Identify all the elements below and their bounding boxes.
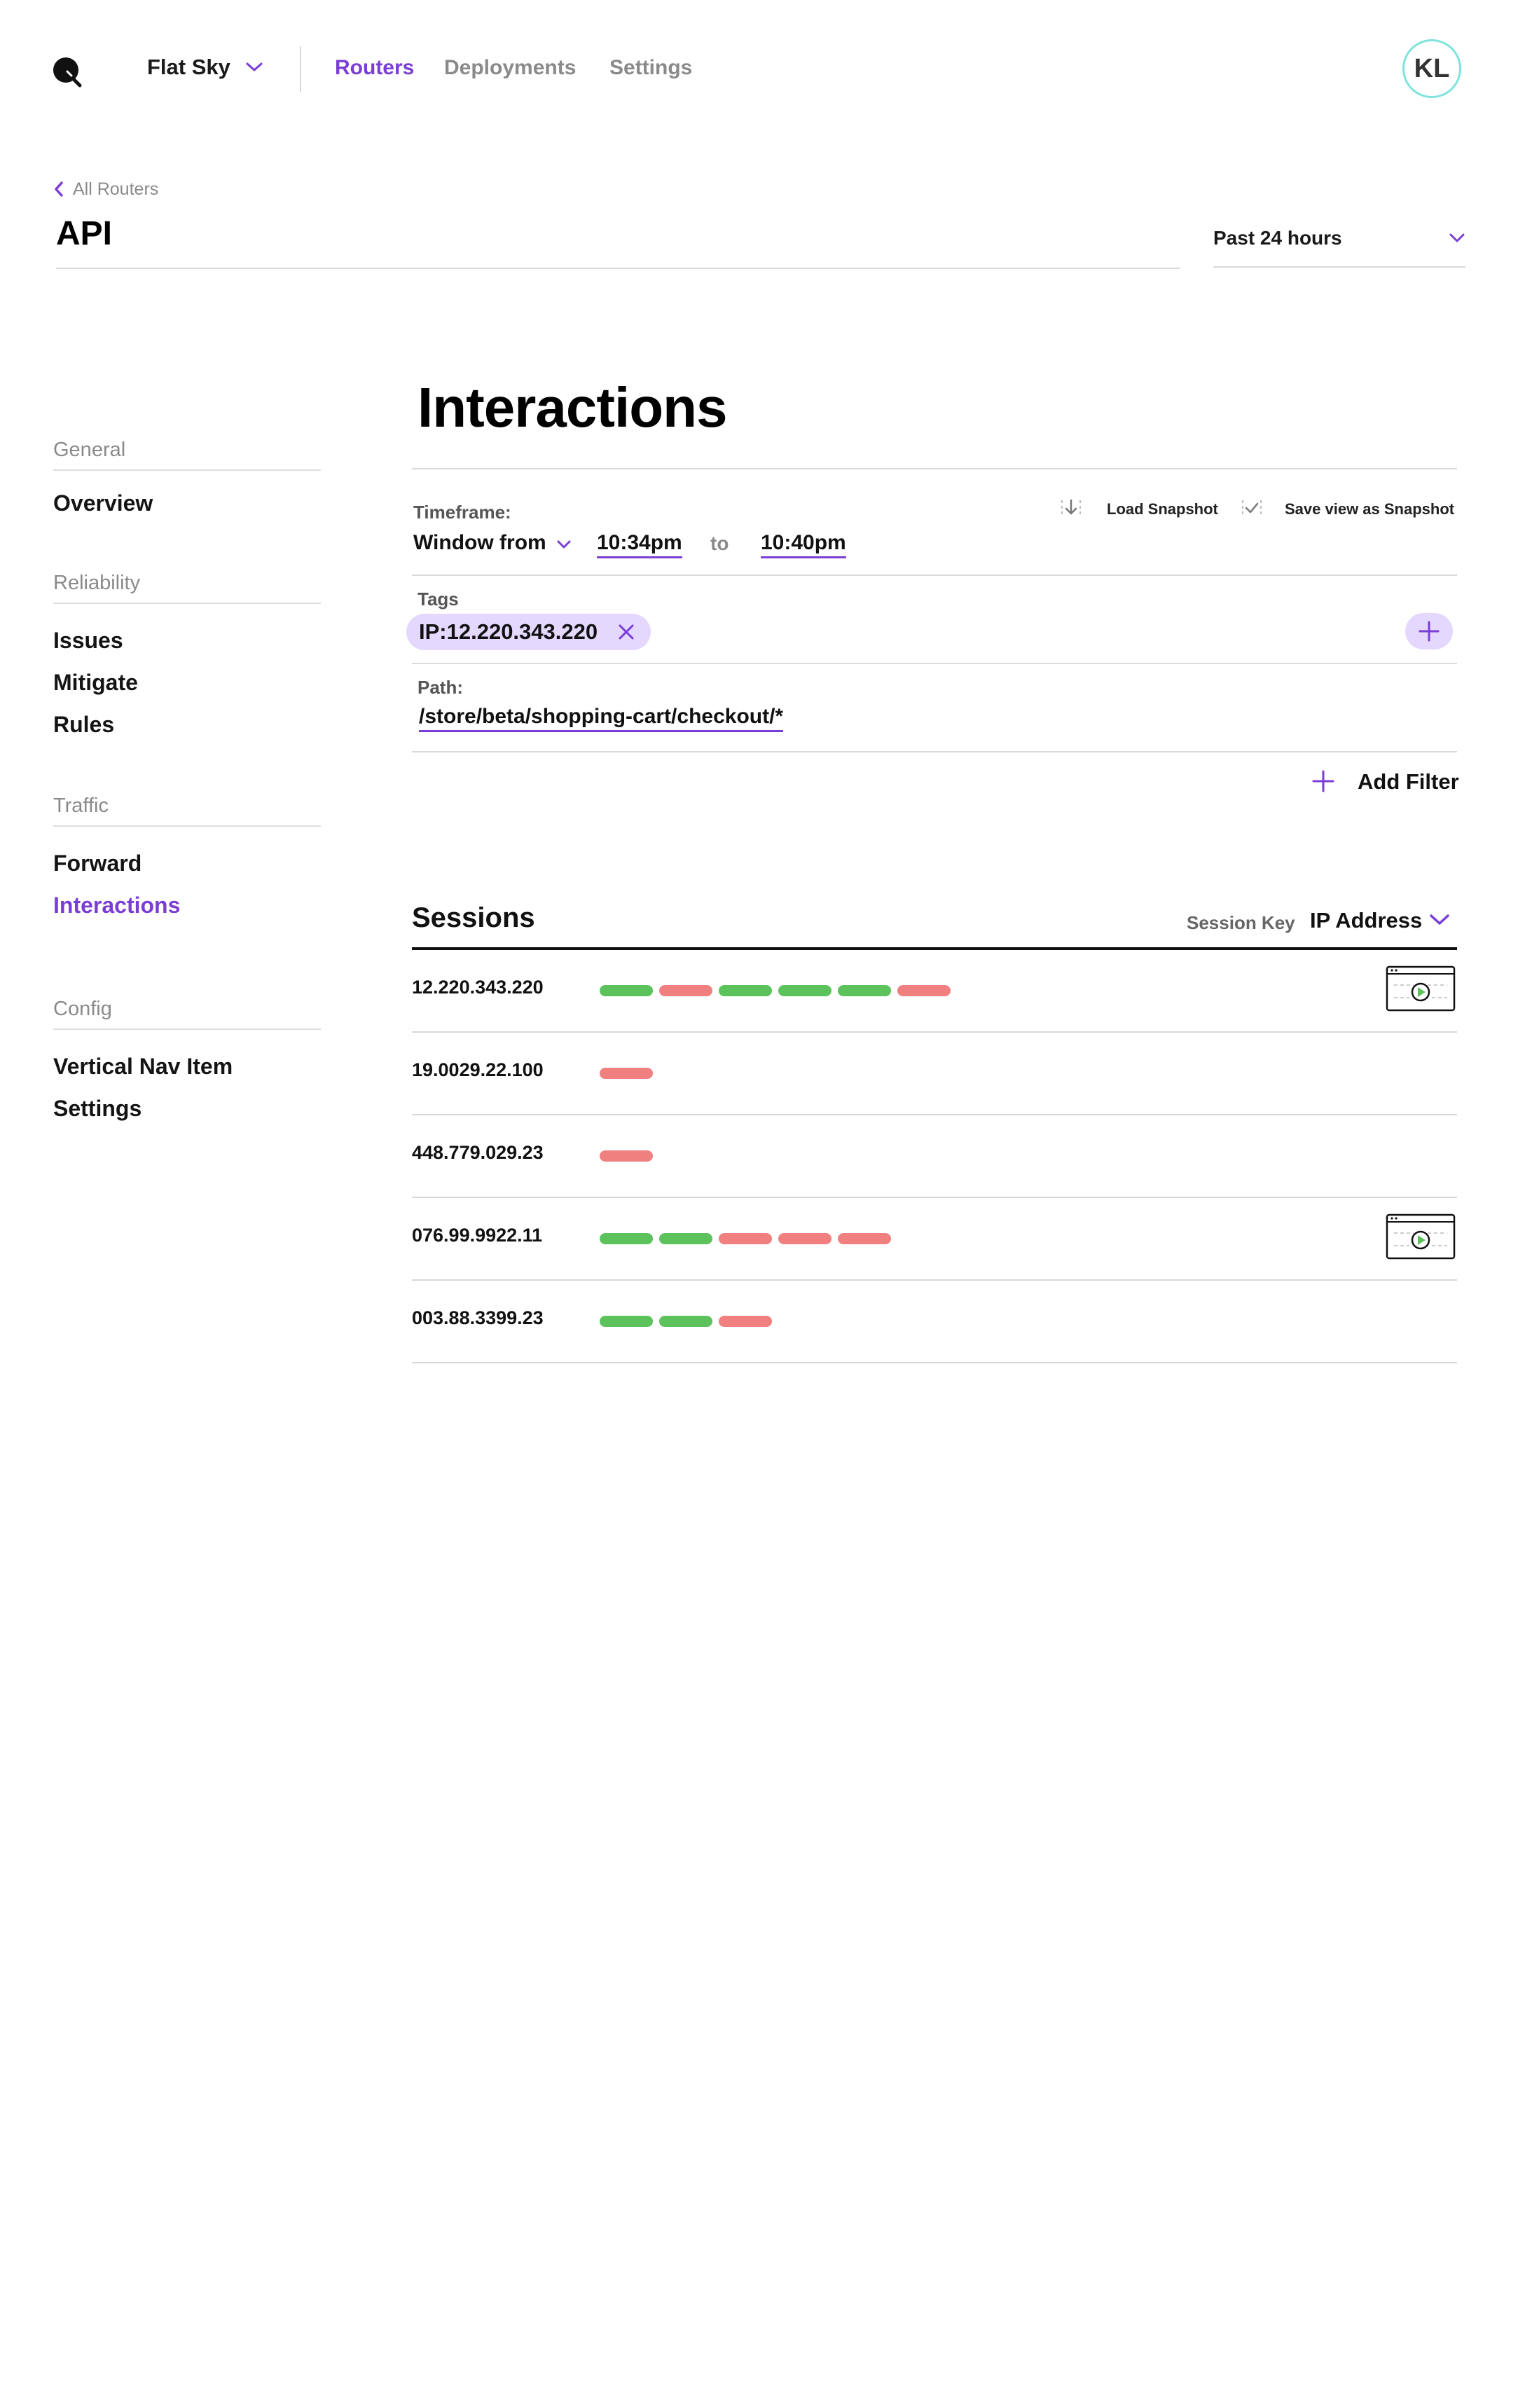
- filter-divider: [412, 575, 1457, 576]
- sidebar-item-vertical-nav-item[interactable]: Vertical Nav Item: [53, 1054, 233, 1080]
- sidebar-divider: [53, 1028, 321, 1030]
- breadcrumb-all-routers[interactable]: All Routers: [73, 179, 158, 200]
- table-row[interactable]: 12.220.343.220: [412, 950, 1457, 1033]
- download-icon[interactable]: [1056, 493, 1086, 523]
- chevron-down-icon[interactable]: [245, 62, 263, 73]
- session-event-ok[interactable]: [600, 1233, 653, 1244]
- plus-icon[interactable]: [1311, 769, 1335, 793]
- logo-icon[interactable]: [52, 56, 84, 88]
- session-ip: 12.220.343.220: [412, 977, 544, 998]
- session-event-error[interactable]: [600, 1068, 653, 1079]
- chevron-down-icon[interactable]: [556, 539, 572, 549]
- session-event-error[interactable]: [719, 1233, 772, 1244]
- session-event-ok[interactable]: [719, 985, 772, 996]
- avatar[interactable]: KL: [1402, 39, 1461, 98]
- session-event-error[interactable]: [778, 1233, 831, 1244]
- tags-label: Tags: [418, 589, 459, 610]
- sidebar-item-mitigate[interactable]: Mitigate: [53, 670, 138, 696]
- section-divider: [412, 468, 1457, 469]
- table-row[interactable]: 076.99.9922.11: [412, 1198, 1457, 1281]
- path-input[interactable]: /store/beta/shopping-cart/checkout/*: [419, 705, 784, 732]
- sidebar-divider: [53, 825, 321, 827]
- session-event-ok[interactable]: [838, 985, 891, 996]
- filter-divider: [412, 751, 1457, 752]
- time-range-select[interactable]: Past 24 hours: [1213, 227, 1342, 249]
- table-row[interactable]: 003.88.3399.23: [412, 1281, 1457, 1363]
- session-event-ok[interactable]: [778, 985, 831, 996]
- nav-routers[interactable]: Routers: [335, 56, 414, 80]
- page-title: API: [56, 215, 113, 252]
- sidebar-item-settings[interactable]: Settings: [53, 1096, 142, 1122]
- section-title: Interactions: [418, 376, 727, 439]
- sidebar-heading-traffic: Traffic: [53, 794, 109, 817]
- org-switcher-label[interactable]: Flat Sky: [147, 55, 230, 80]
- sidebar-heading-config: Config: [53, 998, 112, 1020]
- replay-icon[interactable]: [1386, 965, 1456, 1012]
- chevron-down-icon[interactable]: [1449, 233, 1465, 244]
- sidebar-heading-general: General: [53, 439, 126, 461]
- tag-chip-label: IP:12.220.343.220: [419, 619, 598, 644]
- session-key-label: Session Key: [1187, 912, 1295, 933]
- tag-chip[interactable]: IP:12.220.343.220: [406, 614, 651, 650]
- sidebar-item-issues[interactable]: Issues: [53, 628, 123, 654]
- session-event-error[interactable]: [659, 985, 712, 996]
- session-event-error[interactable]: [838, 1233, 891, 1244]
- chevron-down-icon[interactable]: [1429, 914, 1450, 926]
- session-event-ok[interactable]: [659, 1316, 712, 1327]
- sidebar-item-rules[interactable]: Rules: [53, 712, 114, 738]
- topbar-divider: [300, 46, 301, 92]
- timeframe-to-label: to: [710, 532, 729, 554]
- session-ip: 003.88.3399.23: [412, 1307, 544, 1328]
- title-divider: [56, 268, 1180, 269]
- sidebar-divider: [53, 469, 321, 471]
- time-range-underline: [1213, 266, 1465, 268]
- sidebar-item-forward[interactable]: Forward: [53, 851, 142, 876]
- session-event-error[interactable]: [719, 1316, 772, 1327]
- nav-deployments[interactable]: Deployments: [444, 56, 576, 80]
- sidebar-heading-reliability: Reliability: [53, 572, 141, 594]
- table-row[interactable]: 19.0029.22.100: [412, 1033, 1457, 1115]
- check-icon[interactable]: [1237, 493, 1267, 523]
- session-event-error[interactable]: [600, 1150, 653, 1162]
- session-event-ok[interactable]: [600, 1316, 653, 1327]
- nav-settings[interactable]: Settings: [609, 56, 692, 80]
- close-icon[interactable]: [617, 623, 635, 641]
- session-ip: 448.779.029.23: [412, 1142, 544, 1163]
- timeframe-to-input[interactable]: 10:40pm: [761, 531, 846, 558]
- chevron-left-icon[interactable]: [53, 181, 64, 198]
- session-ip: 076.99.9922.11: [412, 1225, 543, 1246]
- plus-icon: [1418, 620, 1440, 642]
- timeframe-from-input[interactable]: 10:34pm: [597, 531, 682, 558]
- timeframe-label: Timeframe:: [413, 502, 511, 523]
- sessions-title: Sessions: [412, 902, 535, 933]
- replay-icon[interactable]: [1386, 1213, 1456, 1260]
- sidebar-divider: [53, 603, 321, 604]
- session-ip: 19.0029.22.100: [412, 1059, 544, 1080]
- session-event-ok[interactable]: [600, 985, 653, 996]
- save-snapshot-button[interactable]: Save view as Snapshot: [1285, 500, 1454, 518]
- filter-divider: [412, 663, 1457, 664]
- session-event-error[interactable]: [897, 985, 951, 996]
- load-snapshot-button[interactable]: Load Snapshot: [1107, 500, 1218, 518]
- sidebar-item-overview[interactable]: Overview: [53, 490, 153, 516]
- timeframe-mode-select[interactable]: Window from: [413, 531, 546, 555]
- session-event-ok[interactable]: [659, 1233, 712, 1244]
- table-row[interactable]: 448.779.029.23: [412, 1115, 1457, 1198]
- sidebar-item-interactions[interactable]: Interactions: [53, 893, 180, 919]
- add-filter-button[interactable]: Add Filter: [1358, 769, 1459, 794]
- session-key-select[interactable]: IP Address: [1310, 908, 1422, 933]
- path-label: Path:: [418, 677, 463, 698]
- add-tag-button[interactable]: [1405, 613, 1453, 649]
